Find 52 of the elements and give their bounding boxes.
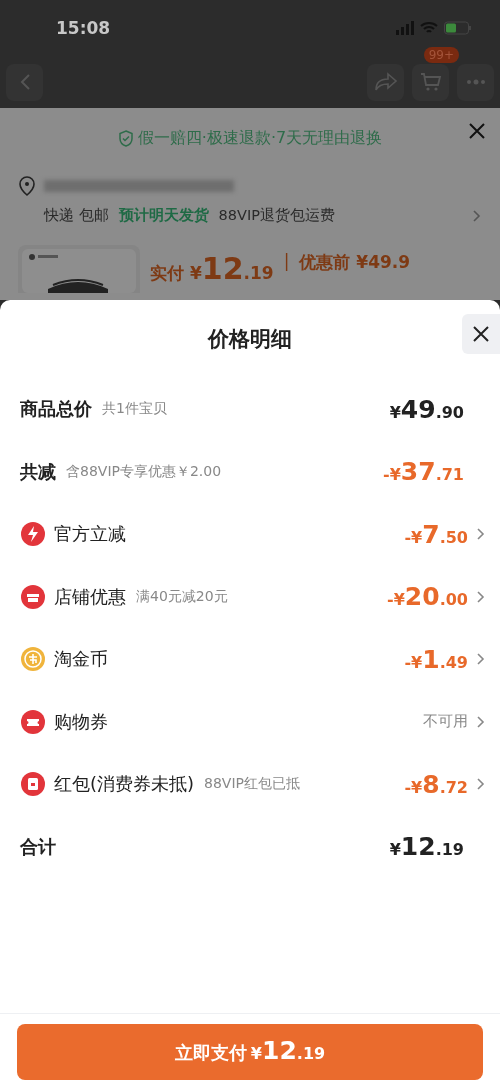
row-label: 红包(消费券未抵) — [54, 772, 195, 797]
row-label: 购物券 — [54, 709, 108, 734]
chevron-right-icon — [472, 208, 482, 223]
row-amount: ¥12.19 — [389, 832, 464, 862]
cart-icon — [418, 71, 443, 93]
row-amount: -¥8.72 — [404, 769, 468, 799]
row-note: 共1件宝贝 — [102, 400, 167, 419]
row-amount: -¥20.00 — [387, 582, 468, 612]
row-note: 含88VIP专享优惠￥2.00 — [66, 462, 222, 481]
row-amount: -¥1.49 — [404, 644, 468, 674]
guarantee-text: 假一赔四·极速退款·7天无理由退换 — [137, 127, 383, 149]
more-icon — [465, 79, 486, 85]
row-label: 店铺优惠 — [54, 584, 126, 609]
row-amount: -¥7.50 — [404, 519, 468, 549]
shipping-info: 快递 包邮 — [44, 206, 109, 225]
location-pin-icon — [18, 176, 36, 196]
shop-icon — [20, 583, 46, 610]
shield-check-icon — [117, 129, 134, 147]
row-note: 88VIP红包已抵 — [204, 775, 300, 794]
row-note: 满40元减20元 — [136, 587, 228, 606]
close-icon — [472, 325, 490, 343]
back-icon — [18, 73, 31, 91]
envelope-icon — [20, 771, 46, 798]
shipping-info: 预计明天发货 — [118, 206, 209, 225]
close-icon[interactable] — [468, 122, 486, 140]
row-label: 官方立减 — [54, 522, 126, 547]
more-button[interactable] — [457, 63, 494, 101]
price-separator: | — [283, 251, 290, 271]
ticket-icon — [20, 708, 46, 735]
pay-button[interactable]: 立即支付 ¥12.19 — [17, 1024, 483, 1080]
close-button[interactable] — [462, 314, 500, 354]
share-icon — [373, 72, 398, 92]
paid-price: 实付 ¥12.19 — [150, 251, 274, 286]
battery-icon — [444, 21, 472, 35]
row-status: 不可用 — [423, 712, 468, 732]
original-price: 优惠前 ¥49.9 — [299, 251, 411, 274]
wifi-icon — [420, 21, 438, 35]
lightning-icon — [20, 521, 46, 548]
sheet-title: 价格明细 — [208, 326, 292, 353]
row-label: 淘金币 — [54, 647, 108, 672]
coin-icon — [20, 646, 46, 673]
cart-button[interactable] — [412, 63, 449, 101]
row-label: 商品总价 — [20, 397, 92, 422]
back-button[interactable] — [6, 63, 43, 101]
status-time: 15:08 — [56, 18, 111, 38]
row-amount: ¥49.90 — [389, 394, 464, 424]
share-button[interactable] — [367, 63, 404, 101]
shipping-info: 88VIP退货包运费 — [218, 206, 335, 225]
row-label: 合计 — [20, 834, 56, 859]
row-label: 共减 — [20, 459, 56, 484]
row-amount: -¥37.71 — [383, 457, 464, 487]
signal-icon — [396, 20, 414, 36]
